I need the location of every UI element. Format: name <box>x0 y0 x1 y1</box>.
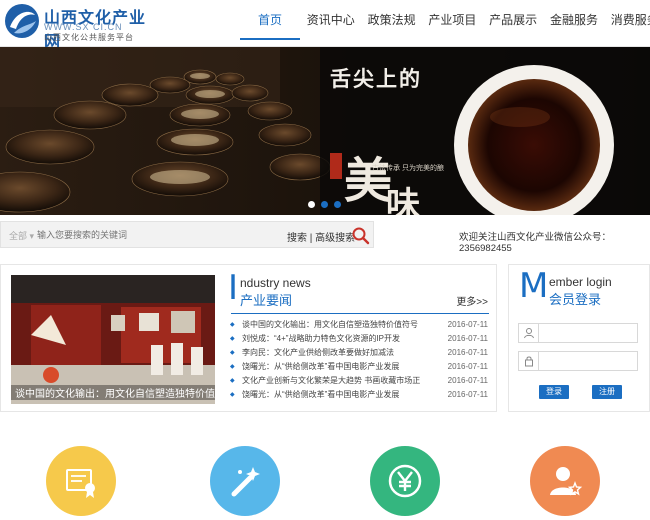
search-box: 全部 ▾ 搜索 | 高级搜索 <box>0 221 374 248</box>
advanced-search-link[interactable]: 高级搜索 <box>315 233 355 244</box>
news-heading-cn: 产业要闻 <box>240 293 293 308</box>
member-login-panel: M ember login 会员登录 登录 注册 <box>508 264 650 412</box>
password-field[interactable] <box>518 351 638 371</box>
search-link[interactable]: 搜索 <box>287 233 307 244</box>
carousel-dot-2[interactable] <box>321 201 328 208</box>
yen-icon <box>388 464 422 498</box>
bullet-icon: ◆ <box>230 392 235 398</box>
lock-icon <box>519 352 539 370</box>
user-icon <box>519 324 539 342</box>
hero-banner[interactable]: 舌尖上的 美 味 古法传承 只为完美的酿 <box>0 47 650 215</box>
main-nav: 首页 资讯中心 政策法规 产业项目 产品展示 金融服务 消费服务 <box>240 0 650 46</box>
news-heading: I ndustry news 产业要闻 更多>> <box>228 268 488 309</box>
nav-news-center[interactable]: 资讯中心 <box>301 0 361 40</box>
news-item-title: 李向民：文化产业供给侧改革要做好加减法 <box>242 348 394 357</box>
bullet-icon: ◆ <box>230 336 235 342</box>
news-divider <box>231 313 489 314</box>
user-star-icon <box>550 467 583 496</box>
news-item[interactable]: ◆ 谈中国的文化输出：用文化自信塑造独特价值符号 2016-07-11 <box>230 318 488 332</box>
search-category-select[interactable]: 全部 ▾ <box>9 229 34 242</box>
news-heading-initial: I <box>228 268 239 308</box>
carousel-dots <box>308 201 341 208</box>
search-bar: 全部 ▾ 搜索 | 高级搜索 欢迎关注山西文化产业微信公众号：235698245… <box>0 219 650 254</box>
news-featured-photo[interactable]: 谈中国的文化输出：用文化自信塑造独特价值符号 <box>11 275 215 404</box>
certificate-icon <box>66 469 95 498</box>
news-item[interactable]: ◆ 刘悦成：“4+”战略助力特色文化资源的IP开发 2016-07-11 <box>230 332 488 346</box>
nav-policies[interactable]: 政策法规 <box>362 0 422 40</box>
username-field[interactable] <box>518 323 638 343</box>
banner-big-char-1: 美 <box>344 153 393 209</box>
nav-consumer[interactable]: 消费服务 <box>605 0 650 40</box>
news-item-title: 饶曙光：从“供给侧改革”看中国电影产业发展 <box>242 362 400 371</box>
news-item-date: 2016-07-11 <box>447 320 488 329</box>
service-certificate[interactable] <box>46 446 116 516</box>
news-item-date: 2016-07-11 <box>447 376 488 385</box>
news-item[interactable]: ◆ 饶曙光：从“供给侧改革”看中国电影产业发展 2016-07-11 <box>230 360 488 374</box>
news-photo-caption: 谈中国的文化输出：用文化自信塑造独特价值符号 <box>11 385 215 400</box>
service-member[interactable] <box>530 446 600 516</box>
service-finance[interactable] <box>370 446 440 516</box>
search-links: 搜索 | 高级搜索 <box>287 233 356 244</box>
banner-title: 舌尖上的 <box>330 66 422 91</box>
news-item-title: 文化产业创新与文化繁荣是大趋势 书画收藏市场正 <box>242 376 421 385</box>
news-item[interactable]: ◆ 文化产业创新与文化繁荣是大趋势 书画收藏市场正 2016-07-11 <box>230 374 488 388</box>
nav-products[interactable]: 产品展示 <box>483 0 543 40</box>
banner-image <box>0 47 650 215</box>
logo-url: WWW.SX CI.CN <box>44 22 123 32</box>
bullet-icon: ◆ <box>230 378 235 384</box>
news-heading-en: ndustry news <box>240 276 311 290</box>
site-logo[interactable]: 山西文化产业网 WWW.SX CI.CN 山西文化公共服务平台 <box>4 2 154 51</box>
bullet-icon: ◆ <box>230 350 235 356</box>
news-item-title: 谈中国的文化输出：用文化自信塑造独特价值符号 <box>242 320 418 329</box>
logo-swirl-icon <box>5 4 39 38</box>
magic-wand-icon <box>231 467 260 497</box>
username-input[interactable] <box>541 325 635 341</box>
news-item-title: 饶曙光：从“供给侧改革”看中国电影产业发展 <box>242 390 400 399</box>
login-button[interactable]: 登录 <box>539 385 569 399</box>
news-item[interactable]: ◆ 李向民：文化产业供给侧改革要做好加减法 2016-07-11 <box>230 346 488 360</box>
news-item-date: 2016-07-11 <box>447 362 488 371</box>
member-heading-cn: 会员登录 <box>549 292 602 307</box>
password-input[interactable] <box>541 353 635 369</box>
news-item-date: 2016-07-11 <box>447 390 488 399</box>
news-more-link[interactable]: 更多>> <box>456 293 488 308</box>
banner-slogan: 古法传承 只为完美的酿 <box>372 165 444 172</box>
bullet-icon: ◆ <box>230 364 235 370</box>
bullet-icon: ◆ <box>230 322 235 328</box>
register-button[interactable]: 注册 <box>592 385 622 399</box>
industry-news-panel: 谈中国的文化输出：用文化自信塑造独特价值符号 I ndustry news 产业… <box>0 264 497 412</box>
carousel-dot-3[interactable] <box>334 201 341 208</box>
search-icon[interactable] <box>351 226 371 246</box>
search-input[interactable] <box>37 226 277 244</box>
news-item-title: 刘悦成：“4+”战略助力特色文化资源的IP开发 <box>242 334 401 343</box>
banner-big-char-2: 味 <box>386 185 420 215</box>
logo-subtitle: 山西文化公共服务平台 <box>44 33 134 42</box>
nav-projects[interactable]: 产业项目 <box>422 0 482 40</box>
nav-home[interactable]: 首页 <box>240 0 300 40</box>
site-header: 山西文化产业网 WWW.SX CI.CN 山西文化公共服务平台 首页 资讯中心 … <box>0 0 650 51</box>
news-list: ◆ 谈中国的文化输出：用文化自信塑造独特价值符号 2016-07-11 ◆ 刘悦成：“… <box>230 318 488 402</box>
member-heading-initial: M <box>519 266 549 306</box>
nav-finance[interactable]: 金融服务 <box>544 0 604 40</box>
member-heading-en: ember login <box>549 275 612 289</box>
news-item-date: 2016-07-11 <box>447 348 488 357</box>
news-item-date: 2016-07-11 <box>447 334 488 343</box>
carousel-dot-1[interactable] <box>308 201 315 208</box>
news-item[interactable]: ◆ 饶曙光：从“供给侧改革”看中国电影产业发展 2016-07-11 <box>230 388 488 402</box>
service-magic[interactable] <box>210 446 280 516</box>
wechat-notice: 欢迎关注山西文化产业微信公众号：2356982455 <box>459 232 612 254</box>
